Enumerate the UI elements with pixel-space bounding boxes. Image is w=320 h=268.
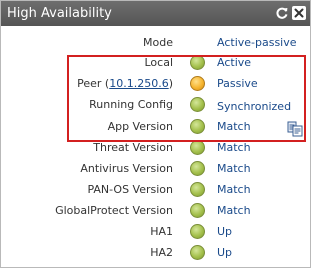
peer-label-prefix: Peer ( (77, 77, 110, 90)
status-led-green (190, 140, 205, 155)
row-value: Match (217, 204, 251, 217)
status-led-green (190, 182, 205, 197)
row-label: App Version (107, 120, 173, 133)
row-label: HA1 (150, 225, 173, 238)
status-led-green (190, 119, 205, 134)
row-value: Match (217, 162, 251, 175)
status-led-green (190, 55, 205, 70)
row-antivirus-version: Antivirus Version Match (1, 159, 310, 179)
status-led-green (190, 161, 205, 176)
row-peer: Peer (10.1.250.6) Passive (1, 74, 310, 94)
peer-label-suffix: ) (168, 77, 173, 90)
row-panos-version: PAN-OS Version Match (1, 180, 310, 200)
row-value: Passive (217, 77, 258, 90)
row-label: HA2 (150, 246, 173, 259)
widget-title: High Availability (7, 6, 112, 21)
row-mode: Mode Active-passive (1, 33, 310, 53)
row-value: Active-passive (217, 36, 297, 49)
widget-titlebar: High Availability (1, 1, 310, 26)
row-app-version: App Version Match (1, 117, 310, 137)
peer-ip-link[interactable]: 10.1.250.6 (109, 77, 168, 90)
row-value: Active (217, 56, 252, 69)
row-value: Synchronized (217, 100, 292, 113)
row-ha1: HA1 Up (1, 222, 310, 242)
status-led-green (190, 224, 205, 239)
row-label: Mode (143, 36, 173, 49)
widget-body: Mode Active-passive Local Active Peer (1… (1, 26, 310, 267)
config-sync-icon[interactable] (287, 121, 303, 137)
row-label: Peer (10.1.250.6) (77, 77, 173, 91)
row-value: Match (217, 120, 251, 133)
status-led-green (190, 203, 205, 218)
row-label: Running Config (89, 98, 173, 111)
row-threat-version: Threat Version Match (1, 138, 310, 158)
row-value: Match (217, 183, 251, 196)
row-label: Antivirus Version (80, 162, 173, 175)
high-availability-widget: High Availability Mode Active-passive Lo… (0, 0, 311, 268)
row-local: Local Active (1, 53, 310, 73)
row-value: Up (217, 246, 233, 259)
row-running-config: Running Config Synchronized (1, 95, 310, 115)
row-label: GlobalProtect Version (55, 204, 173, 217)
row-label: Threat Version (93, 141, 173, 154)
status-led-green (190, 97, 205, 112)
row-value: Match (217, 141, 251, 154)
status-led-orange (190, 76, 205, 91)
row-value: Up (217, 225, 233, 238)
status-led-green (190, 245, 205, 260)
row-label: PAN-OS Version (87, 183, 173, 196)
refresh-icon[interactable] (275, 6, 289, 20)
close-icon[interactable] (292, 6, 306, 20)
row-ha2: HA2 Up (1, 243, 310, 263)
row-label: Local (144, 56, 173, 69)
row-globalprotect-version: GlobalProtect Version Match (1, 201, 310, 221)
